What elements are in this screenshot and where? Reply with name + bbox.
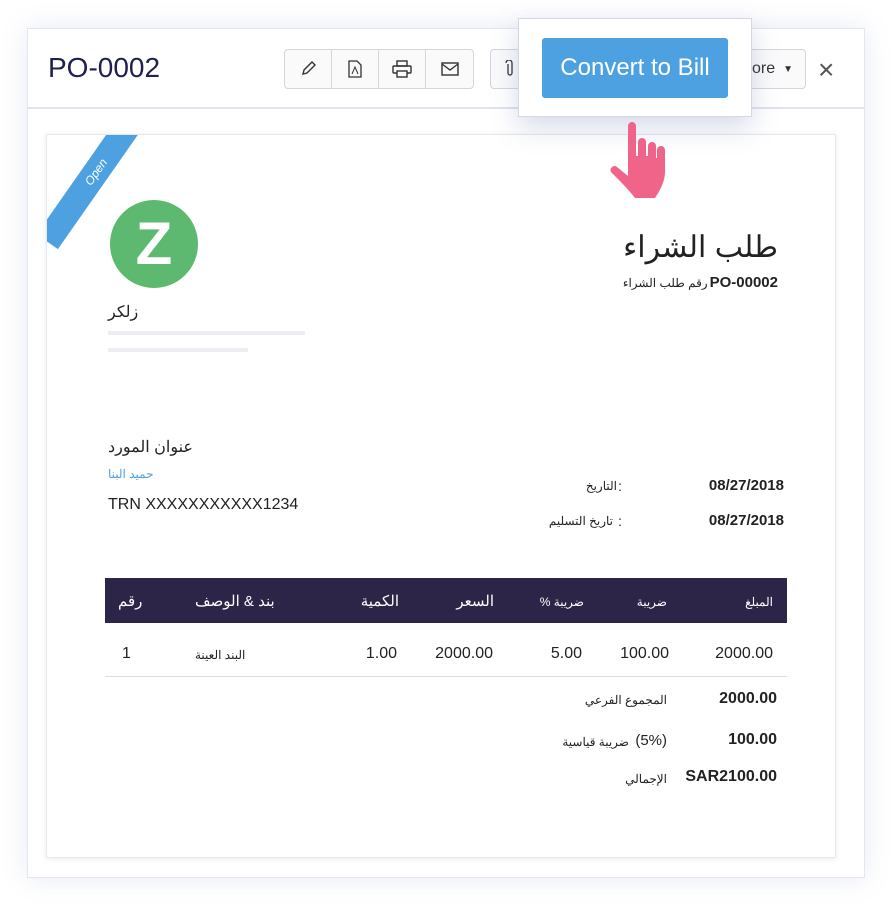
table-divider (105, 676, 787, 677)
cell-tax: 100.00 (620, 645, 669, 662)
vendor-trn: TRN XXXXXXXXXXX1234 (108, 496, 299, 513)
subtotal-label: المجموع الفرعي (584, 693, 667, 707)
col-item-description: بند & الوصف (195, 593, 275, 610)
hand-cursor-icon (610, 122, 665, 198)
logo-letter: Z (135, 210, 173, 277)
printer-icon (392, 60, 412, 78)
col-rate: السعر (456, 593, 494, 610)
cell-quantity: 1.00 (365, 645, 397, 662)
paperclip-icon (505, 60, 513, 76)
po-number: PO-00002 (709, 274, 778, 291)
col-number: رقم (118, 593, 143, 610)
tax-label: ضريبة قياسية (562, 735, 629, 749)
date-colon: : (618, 478, 622, 494)
delivery-date-value: 08/27/2018 (708, 512, 784, 529)
convert-to-bill-button[interactable]: Convert to Bill (542, 38, 728, 98)
pdf-button[interactable] (332, 50, 379, 88)
company-logo: Z (110, 200, 198, 288)
cell-item: البند العينة (195, 648, 246, 662)
caret-down-icon: ▼ (783, 63, 793, 75)
date-value: 08/27/2018 (708, 477, 784, 494)
total-label: الإجمالي (625, 772, 667, 786)
email-button[interactable] (426, 50, 473, 88)
delivery-date-label: تاريخ التسليم (548, 514, 613, 528)
cell-amount: 2000.00 (715, 645, 773, 662)
table-header: رقم بند & الوصف الكمية السعر ضريبة % ضري… (105, 578, 787, 623)
address-placeholder-line (108, 348, 248, 352)
pdf-icon (348, 60, 362, 78)
total-value: SAR2100.00 (685, 768, 777, 785)
col-amount: المبلغ (745, 595, 773, 609)
close-button[interactable]: × (818, 54, 834, 86)
edit-button[interactable] (285, 50, 332, 88)
cell-number: 1 (122, 645, 131, 662)
pencil-icon (302, 61, 316, 75)
cell-rate: 2000.00 (435, 645, 493, 662)
date-label: التاريخ (585, 479, 617, 493)
po-number-line: رقم طلب الشراء PO-00002 (623, 274, 778, 291)
col-tax: ضريبة (636, 595, 667, 609)
document-title: طلب الشراء (623, 231, 778, 264)
print-button[interactable] (379, 50, 426, 88)
page-title: PO-0002 (48, 52, 161, 83)
vendor-name-link[interactable]: حميد البنا (108, 467, 154, 481)
tax-rate: (5%) (635, 732, 667, 749)
action-toolbar (284, 49, 474, 89)
po-number-label: رقم طلب الشراء (622, 276, 708, 290)
company-name: زلكر (108, 304, 139, 321)
tax-value: 100.00 (728, 731, 777, 748)
address-placeholder-line (108, 331, 305, 335)
delivery-colon: : (618, 513, 622, 529)
cell-tax-percent: 5.00 (550, 645, 582, 662)
col-quantity: الكمية (360, 593, 399, 610)
vendor-address-heading: عنوان المورد (108, 439, 193, 456)
mail-icon (440, 62, 459, 76)
col-tax-percent: ضريبة % (539, 595, 584, 609)
subtotal-value: 2000.00 (719, 690, 777, 707)
